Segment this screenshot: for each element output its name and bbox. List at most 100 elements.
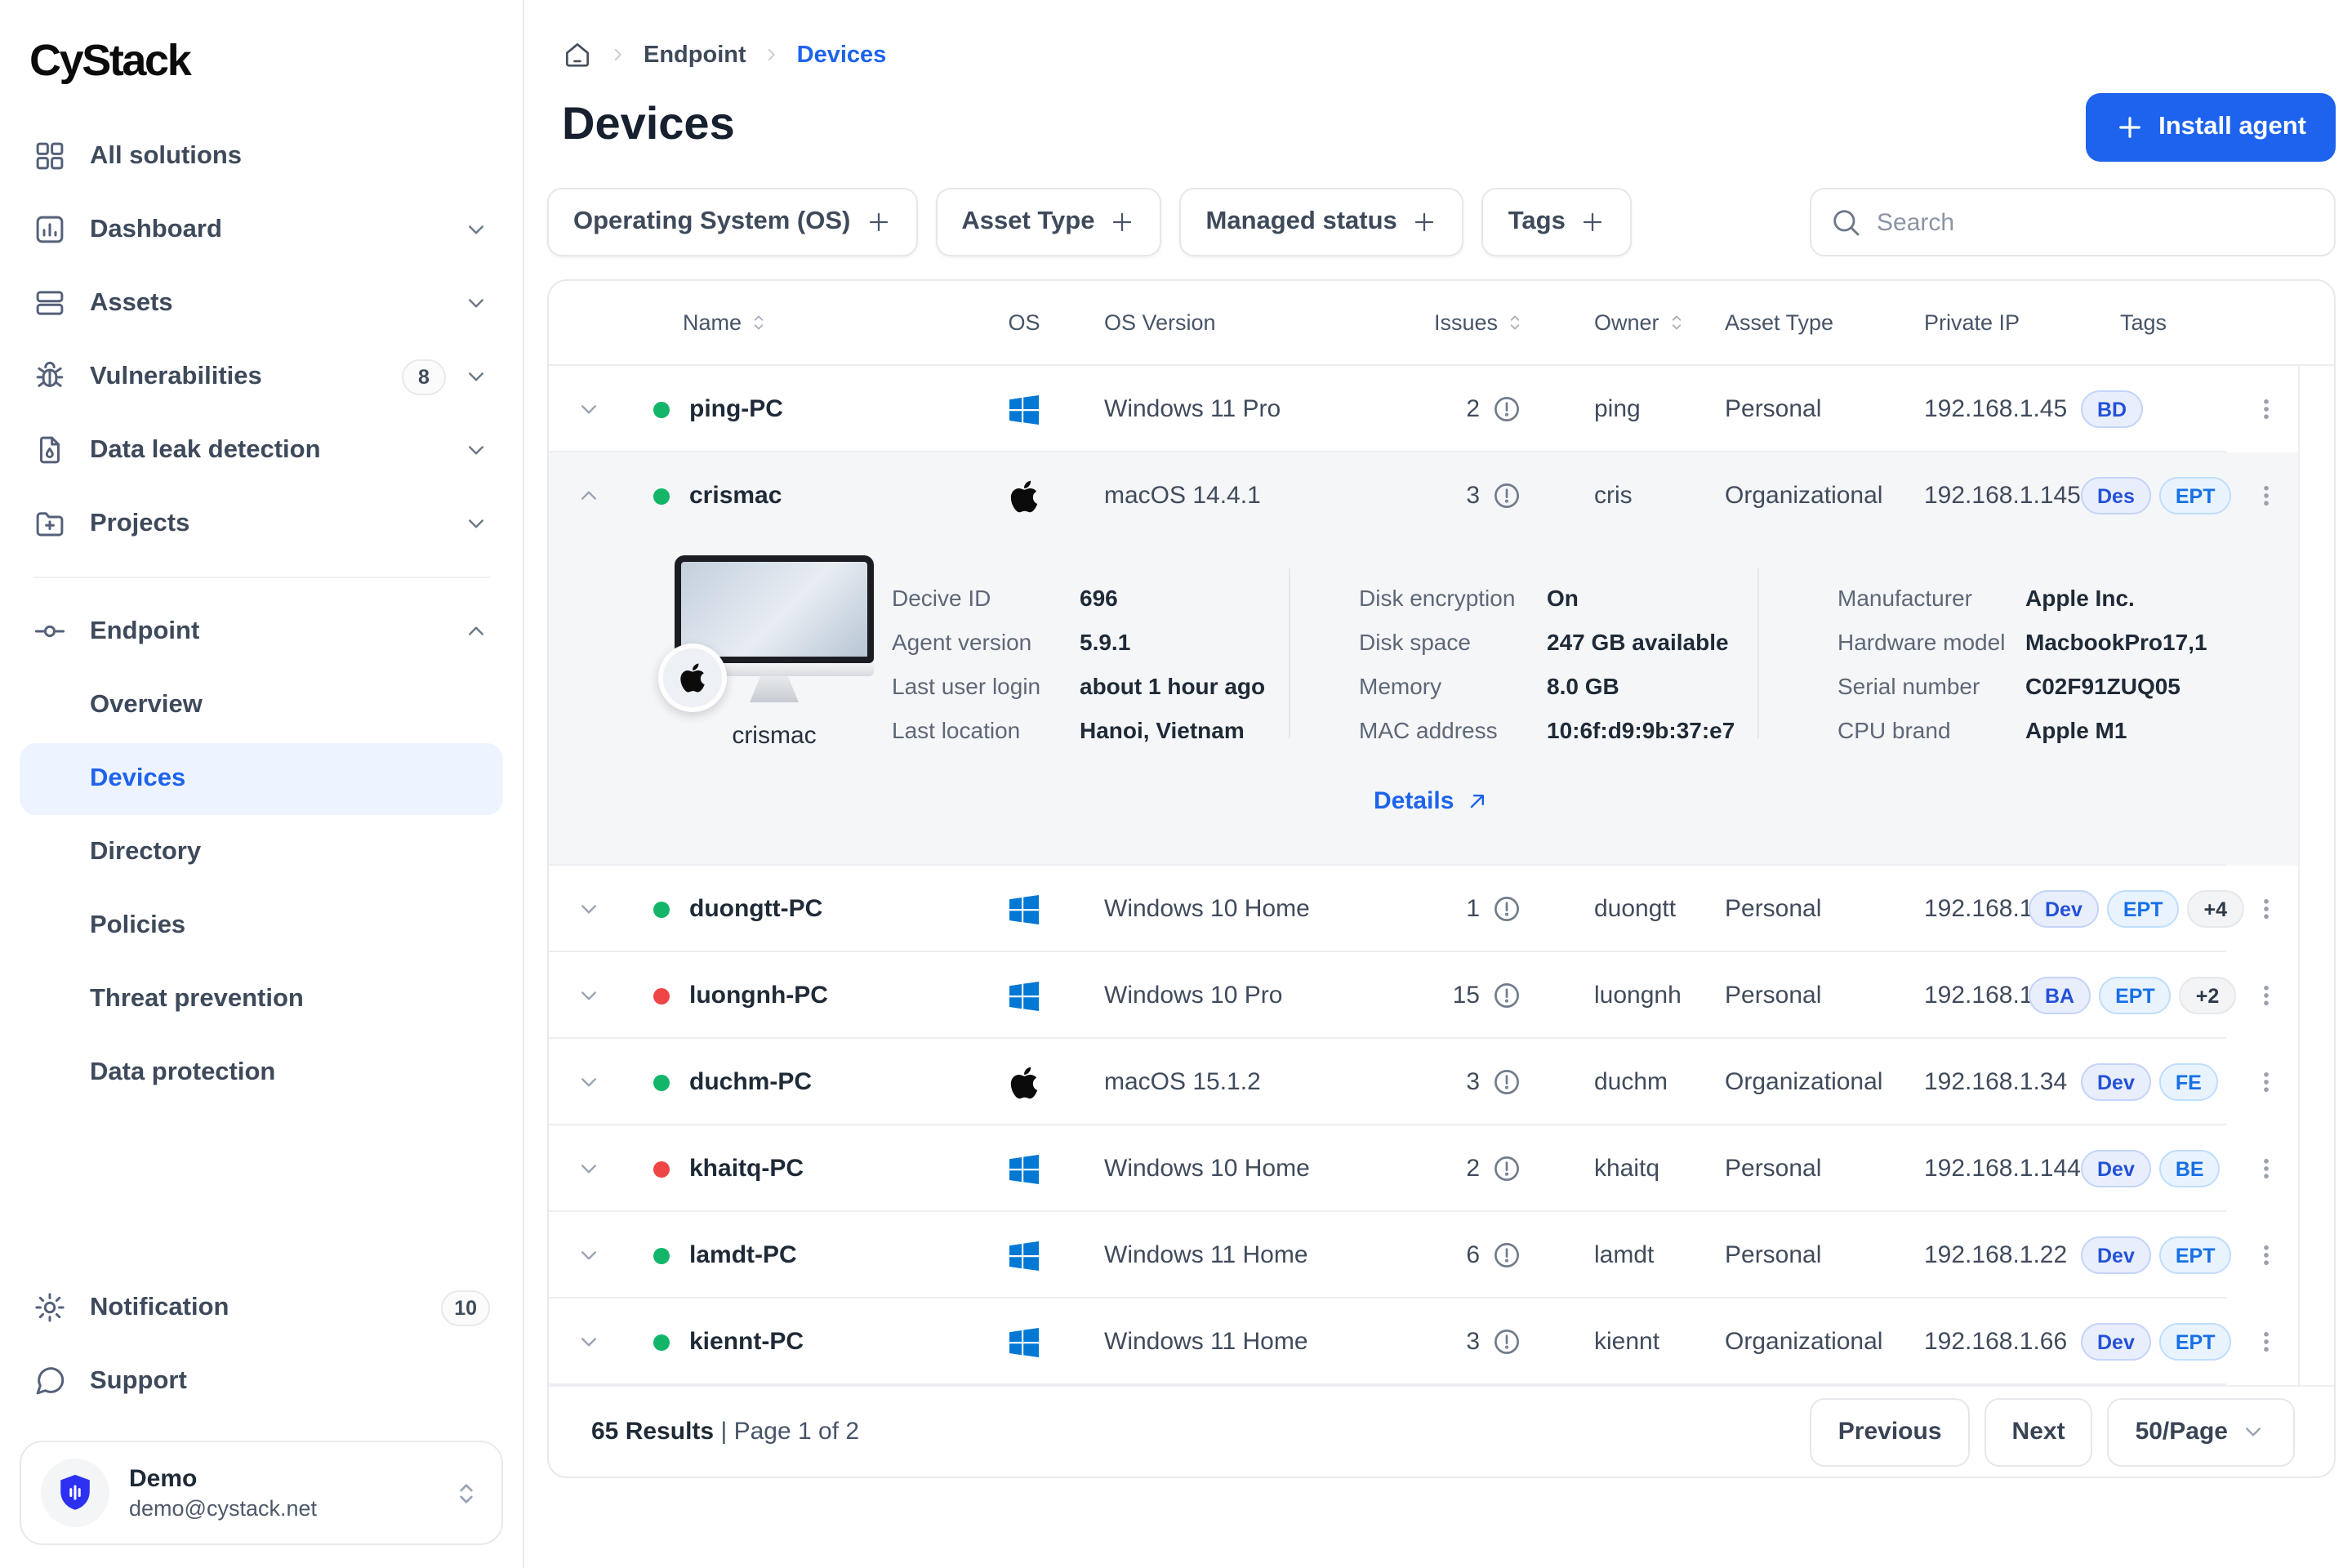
- sidebar-item-dashboard[interactable]: Dashboard: [20, 193, 503, 266]
- status-dot-online: [653, 1334, 670, 1350]
- sidebar-item-threat-prevention[interactable]: Threat prevention: [20, 964, 503, 1036]
- row-menu-button[interactable]: [2233, 366, 2298, 452]
- device-row[interactable]: duchm-PCmacOS 15.1.23duchmOrganizational…: [549, 1039, 2334, 1125]
- sidebar-item-devices[interactable]: Devices: [20, 743, 503, 815]
- sidebar-item-label: All solutions: [90, 141, 242, 171]
- per-page-select[interactable]: 50/Page: [2108, 1397, 2295, 1466]
- table-footer: 65 Results | Page 1 of 2 Previous Next 5…: [549, 1385, 2334, 1477]
- private-ip: 192.168.1.144: [1924, 1155, 2081, 1183]
- row-menu-button[interactable]: [2233, 866, 2298, 952]
- sidebar-item-all-solutions[interactable]: All solutions: [20, 119, 503, 193]
- avatar: [41, 1459, 109, 1527]
- sidebar-item-endpoint[interactable]: Endpoint: [20, 595, 503, 668]
- device-row[interactable]: kiennt-PCWindows 11 Home3kienntOrganizat…: [549, 1298, 2334, 1385]
- column-header-owner[interactable]: Owner: [1529, 310, 1725, 335]
- column-header-os: OS: [970, 310, 1078, 335]
- row-menu-button[interactable]: [2233, 1125, 2298, 1212]
- sidebar-item-notification[interactable]: Notification10: [20, 1271, 503, 1344]
- sidebar-item-vulnerabilities[interactable]: Vulnerabilities8: [20, 340, 503, 413]
- detail-field-label: Agent version: [892, 628, 1080, 654]
- expand-row-button[interactable]: [549, 895, 627, 923]
- column-header-label: OS Version: [1104, 310, 1216, 335]
- expand-row-button[interactable]: [549, 1155, 627, 1183]
- per-page-label: 50/Page: [2136, 1418, 2228, 1446]
- breadcrumb-item-endpoint[interactable]: Endpoint: [644, 42, 746, 68]
- sidebar-item-assets[interactable]: Assets: [20, 266, 503, 340]
- row-menu-button[interactable]: [2233, 1039, 2298, 1125]
- private-ip: 192.168.1.66: [1924, 1328, 2081, 1356]
- filter-tags[interactable]: Tags: [1482, 188, 1633, 256]
- sidebar-item-support[interactable]: Support: [20, 1344, 503, 1418]
- table-header-row: NameOSOS VersionIssuesOwnerAsset TypePri…: [549, 281, 2334, 366]
- row-menu-button[interactable]: [2233, 452, 2298, 539]
- dashboard-icon: [33, 212, 67, 247]
- expand-row-button[interactable]: [549, 1068, 627, 1096]
- column-header-tags: Tags: [2081, 310, 2233, 335]
- install-agent-button[interactable]: Install agent: [2085, 93, 2336, 162]
- count-badge: 8: [402, 359, 446, 394]
- row-menu-button[interactable]: [2233, 952, 2298, 1039]
- filter-operating-system-os[interactable]: Operating System (OS): [547, 188, 917, 256]
- endpoint-icon: [33, 614, 67, 648]
- folder-plus-icon: [33, 506, 67, 541]
- sidebar-nav-top: All solutions DashboardAssetsVulnerabilit…: [0, 119, 523, 560]
- device-row[interactable]: ping-PCWindows 11 Pro2pingPersonal192.16…: [549, 366, 2334, 452]
- collapse-row-button[interactable]: [549, 482, 627, 510]
- column-header-private-ip: Private IP: [1924, 310, 2081, 335]
- sidebar-item-overview[interactable]: Overview: [20, 670, 503, 742]
- user-account-card[interactable]: Demo demo@cystack.net: [20, 1441, 503, 1545]
- details-link[interactable]: Details: [1374, 787, 1491, 815]
- column-header-label: Issues: [1434, 310, 1498, 335]
- expand-row-button[interactable]: [549, 395, 627, 423]
- search-input[interactable]: [1810, 188, 2336, 256]
- issues-cell: 3: [1372, 1067, 1529, 1098]
- filter-managed-status[interactable]: Managed status: [1180, 188, 1464, 256]
- results-count: 65 Results: [591, 1418, 714, 1446]
- expand-row-button[interactable]: [549, 1241, 627, 1269]
- pagination: Previous Next 50/Page: [1811, 1397, 2295, 1466]
- device-row[interactable]: duongtt-PCWindows 10 Home1duongttPersona…: [549, 866, 2334, 952]
- owner: duongtt: [1529, 895, 1725, 923]
- device-name: duchm-PC: [689, 1068, 812, 1096]
- sidebar-item-label: Notification: [90, 1293, 229, 1322]
- status-dot-online: [653, 1074, 670, 1090]
- expand-row-button[interactable]: [549, 982, 627, 1009]
- detail-field: Memory8.0 GB: [1359, 663, 1735, 707]
- alert-circle-icon: [1491, 893, 1522, 924]
- previous-page-button[interactable]: Previous: [1811, 1397, 1970, 1466]
- row-menu-button[interactable]: [2233, 1212, 2298, 1298]
- sidebar-item-data-protection[interactable]: Data protection: [20, 1037, 503, 1109]
- home-icon[interactable]: [562, 39, 593, 70]
- device-name: lamdt-PC: [689, 1241, 797, 1269]
- windows-icon: [970, 1236, 1078, 1275]
- filter-label: Asset Type: [961, 207, 1094, 237]
- issues-count: 15: [1453, 982, 1480, 1009]
- expand-row-button[interactable]: [549, 1328, 627, 1356]
- issues-cell: 3: [1372, 1326, 1529, 1357]
- sidebar-item-directory[interactable]: Directory: [20, 817, 503, 889]
- breadcrumb-item-devices[interactable]: Devices: [797, 42, 887, 68]
- column-header-issues[interactable]: Issues: [1372, 310, 1529, 335]
- alert-circle-icon: [1491, 394, 1522, 425]
- page-title: Devices: [562, 98, 2336, 150]
- name-cell: crismac: [627, 482, 970, 510]
- next-page-button[interactable]: Next: [1984, 1397, 2093, 1466]
- sidebar-divider: [33, 577, 490, 578]
- device-row[interactable]: luongnh-PCWindows 10 Pro15luongnhPersona…: [549, 952, 2334, 1039]
- device-row[interactable]: lamdt-PCWindows 11 Home6lamdtPersonal192…: [549, 1212, 2334, 1298]
- device-row[interactable]: crismacmacOS 14.4.13crisOrganizational19…: [549, 452, 2334, 539]
- row-menu-button[interactable]: [2233, 1298, 2298, 1385]
- name-cell: kiennt-PC: [627, 1328, 970, 1356]
- sidebar-item-data-leak-detection[interactable]: Data leak detection: [20, 413, 503, 487]
- detail-field-value: 8.0 GB: [1547, 672, 1619, 698]
- table-scroll-gutter: [2298, 366, 2334, 1385]
- filter-asset-type[interactable]: Asset Type: [935, 188, 1161, 256]
- gear-icon: [33, 1290, 67, 1325]
- device-row[interactable]: khaitq-PCWindows 10 Home2khaitqPersonal1…: [549, 1125, 2334, 1212]
- sidebar-item-projects[interactable]: Projects: [20, 487, 503, 560]
- filter-label: Managed status: [1206, 207, 1397, 237]
- sidebar-item-policies[interactable]: Policies: [20, 890, 503, 962]
- column-header-name[interactable]: Name: [627, 310, 970, 335]
- detail-field-value: MacbookPro17,1: [2025, 628, 2207, 654]
- status-dot-online: [653, 901, 670, 917]
